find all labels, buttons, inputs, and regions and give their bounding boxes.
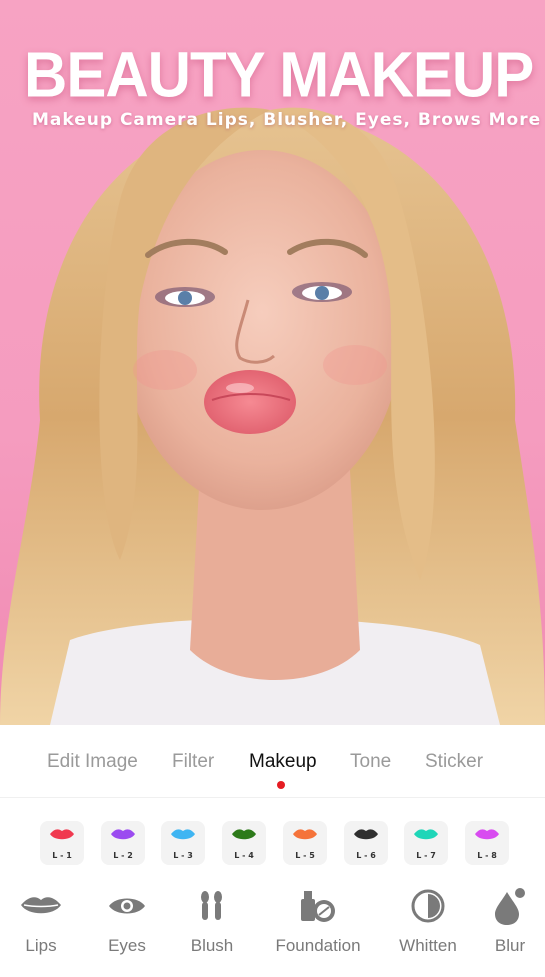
swatch-label: L - 1 bbox=[52, 851, 72, 860]
swatch-l5[interactable]: L - 5 bbox=[283, 821, 327, 865]
swatch-label: L - 5 bbox=[295, 851, 315, 860]
swatch-l6[interactable]: L - 6 bbox=[344, 821, 388, 865]
lips-icon bbox=[354, 829, 378, 840]
tool-whitten[interactable]: Whitten bbox=[396, 876, 460, 956]
swatch-label: L - 7 bbox=[416, 851, 436, 860]
swatch-l2[interactable]: L - 2 bbox=[101, 821, 145, 865]
tool-eyes[interactable]: Eyes bbox=[100, 876, 154, 956]
swatch-l8[interactable]: L - 8 bbox=[465, 821, 509, 865]
eye-icon bbox=[109, 898, 145, 914]
tool-label: Whitten bbox=[399, 936, 457, 955]
lips-icon bbox=[414, 829, 438, 840]
lips-icon bbox=[111, 829, 135, 840]
tab-filter[interactable]: Filter bbox=[172, 751, 214, 773]
lips-icon bbox=[171, 829, 195, 840]
tool-blur[interactable]: Blur bbox=[488, 876, 532, 956]
swatch-l4[interactable]: L - 4 bbox=[222, 821, 266, 865]
tool-lips[interactable]: Lips bbox=[14, 876, 68, 956]
lips-icon bbox=[232, 829, 256, 840]
foundation-icon bbox=[301, 891, 335, 922]
lips-icon bbox=[293, 829, 317, 840]
swatch-label: L - 2 bbox=[113, 851, 133, 860]
swatch-l7[interactable]: L - 7 bbox=[404, 821, 448, 865]
lips-icon bbox=[50, 829, 74, 840]
active-tab-indicator bbox=[277, 781, 285, 789]
swatch-label: L - 3 bbox=[173, 851, 193, 860]
swatch-l1[interactable]: L - 1 bbox=[40, 821, 84, 865]
lips-icon bbox=[475, 829, 499, 840]
tool-foundation[interactable]: Foundation bbox=[272, 876, 364, 956]
tab-edit-image[interactable]: Edit Image bbox=[47, 751, 138, 773]
lip-color-swatches: L - 1 L - 2 L - 3 L - 4 L - 5 L - 6 L - … bbox=[0, 815, 545, 871]
swatch-l3[interactable]: L - 3 bbox=[161, 821, 205, 865]
tool-label: Eyes bbox=[108, 936, 146, 955]
tab-makeup[interactable]: Makeup bbox=[249, 751, 317, 773]
swatch-label: L - 6 bbox=[356, 851, 376, 860]
swatch-label: L - 4 bbox=[234, 851, 254, 860]
photo-preview: BEAUTY MAKEUP Makeup Camera Lips, Blushe… bbox=[0, 0, 545, 725]
drop-icon bbox=[495, 888, 525, 925]
swatch-label: L - 8 bbox=[477, 851, 497, 860]
makeup-tool-bar: Lips Eyes Blush Foundation Whitten Blur bbox=[0, 876, 545, 977]
brush-icon bbox=[201, 891, 222, 920]
tagline: Makeup Camera Lips, Blusher, Eyes, Brows… bbox=[32, 110, 542, 130]
tool-blush[interactable]: Blush bbox=[186, 876, 238, 956]
contrast-icon bbox=[411, 889, 445, 923]
lips-icon bbox=[21, 897, 61, 914]
tab-sticker[interactable]: Sticker bbox=[425, 751, 483, 773]
tool-label: Foundation bbox=[275, 936, 361, 955]
tool-label: Blur bbox=[494, 936, 526, 955]
editor-tab-bar: Edit Image Filter Makeup Tone Sticker bbox=[0, 725, 545, 798]
tool-label: Blush bbox=[190, 936, 234, 955]
headline: BEAUTY MAKEUP bbox=[24, 39, 534, 111]
tab-tone[interactable]: Tone bbox=[350, 751, 391, 773]
tool-label: Lips bbox=[25, 936, 57, 955]
